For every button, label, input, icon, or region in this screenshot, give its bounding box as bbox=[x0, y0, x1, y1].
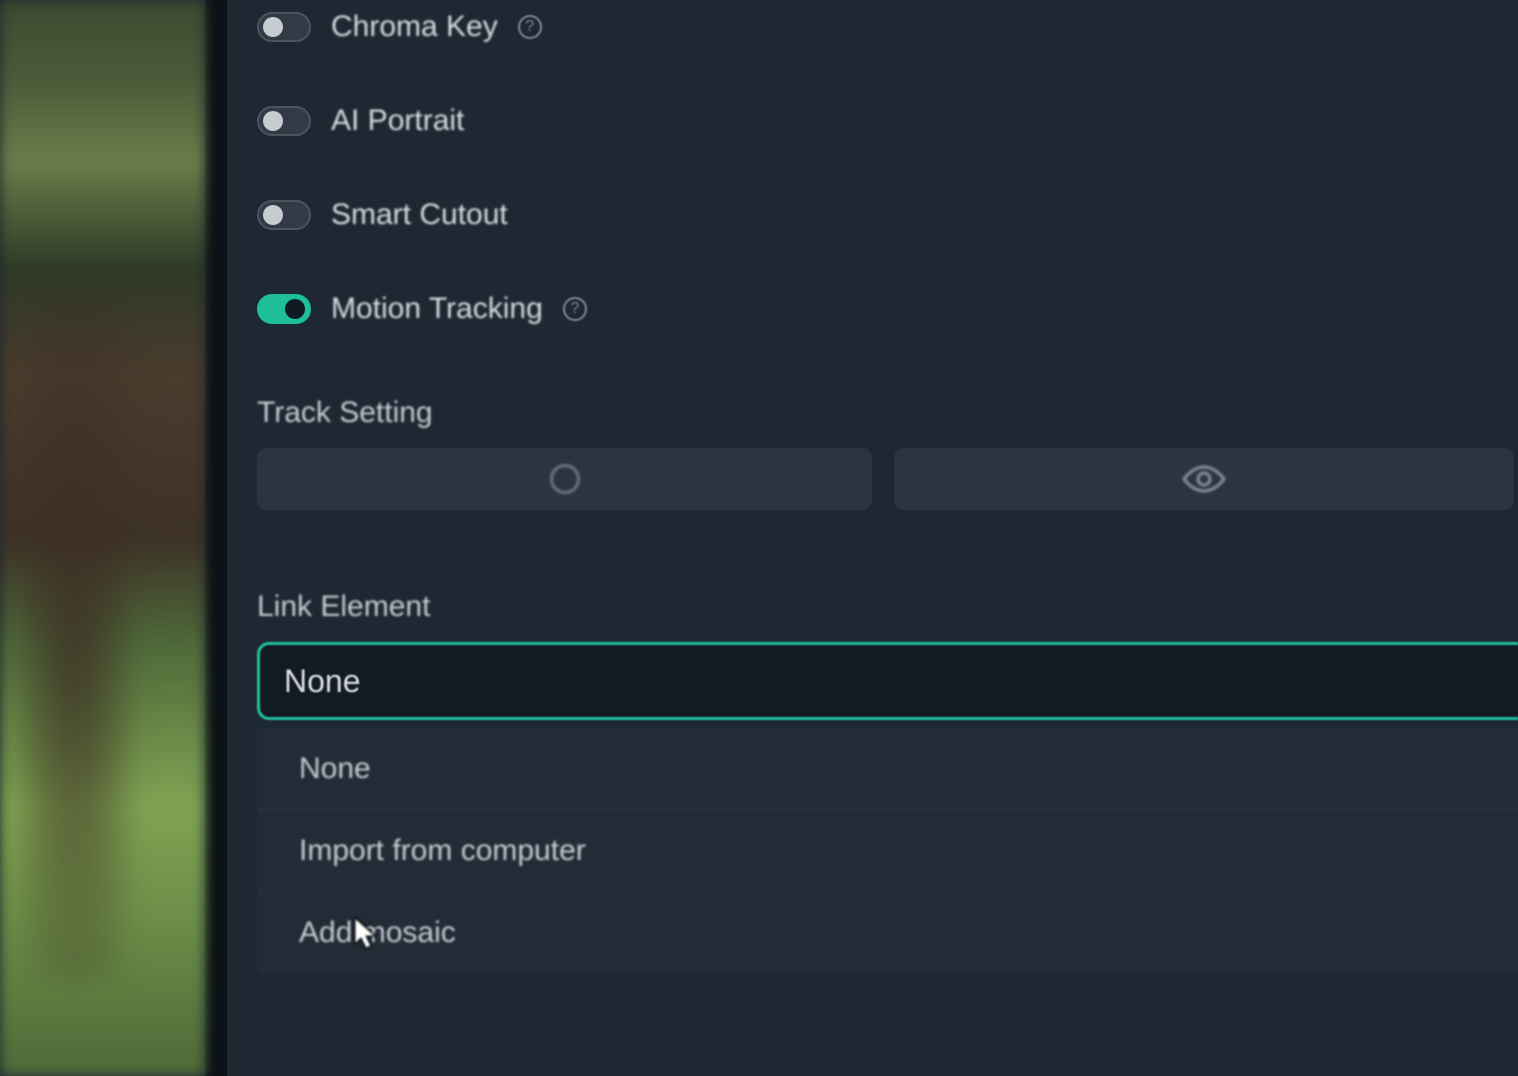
video-preview-strip bbox=[0, 0, 205, 1076]
link-element-selected-value: None bbox=[284, 663, 361, 700]
link-element-dropdown-list: None Import from computer Add mosaic bbox=[257, 728, 1518, 974]
link-element-option-mosaic[interactable]: Add mosaic bbox=[257, 892, 1518, 974]
toggle-knob bbox=[263, 17, 283, 37]
link-element-heading: Link Element bbox=[257, 590, 1518, 624]
effects-panel: Chroma Key ? AI Portrait Smart Cutout Mo… bbox=[227, 0, 1518, 1076]
toggle-knob bbox=[263, 111, 283, 131]
ai-portrait-toggle[interactable] bbox=[257, 106, 311, 136]
toggle-row-chroma-key: Chroma Key ? bbox=[257, 0, 1518, 74]
eye-icon bbox=[1181, 464, 1227, 494]
toggle-row-smart-cutout: Smart Cutout bbox=[257, 168, 1518, 262]
ai-portrait-label: AI Portrait bbox=[331, 104, 464, 138]
track-setting-heading: Track Setting bbox=[257, 396, 1518, 430]
track-setting-button-reset[interactable] bbox=[257, 448, 872, 510]
refresh-icon bbox=[550, 464, 580, 494]
toggle-knob bbox=[285, 299, 305, 319]
link-element-dropdown[interactable]: None bbox=[257, 642, 1518, 720]
toggle-knob bbox=[263, 205, 283, 225]
toggle-row-ai-portrait: AI Portrait bbox=[257, 74, 1518, 168]
smart-cutout-toggle[interactable] bbox=[257, 200, 311, 230]
link-element-section: Link Element None None Import from compu… bbox=[257, 550, 1518, 974]
option-label: Add mosaic bbox=[299, 916, 456, 950]
help-icon[interactable]: ? bbox=[563, 297, 587, 321]
motion-tracking-label: Motion Tracking bbox=[331, 292, 543, 326]
smart-cutout-label: Smart Cutout bbox=[331, 198, 508, 232]
track-setting-button-preview[interactable] bbox=[894, 448, 1514, 510]
track-setting-buttons bbox=[257, 448, 1518, 510]
link-element-option-none[interactable]: None bbox=[257, 728, 1518, 810]
chroma-key-toggle[interactable] bbox=[257, 12, 311, 42]
panel-divider bbox=[205, 0, 227, 1076]
motion-tracking-toggle[interactable] bbox=[257, 294, 311, 324]
link-element-option-import[interactable]: Import from computer bbox=[257, 810, 1518, 892]
option-label: Import from computer bbox=[299, 834, 586, 868]
root: Chroma Key ? AI Portrait Smart Cutout Mo… bbox=[0, 0, 1518, 1076]
help-icon[interactable]: ? bbox=[518, 15, 542, 39]
chroma-key-label: Chroma Key bbox=[331, 10, 498, 44]
option-label: None bbox=[299, 752, 371, 786]
toggle-row-motion-tracking: Motion Tracking ? bbox=[257, 262, 1518, 356]
